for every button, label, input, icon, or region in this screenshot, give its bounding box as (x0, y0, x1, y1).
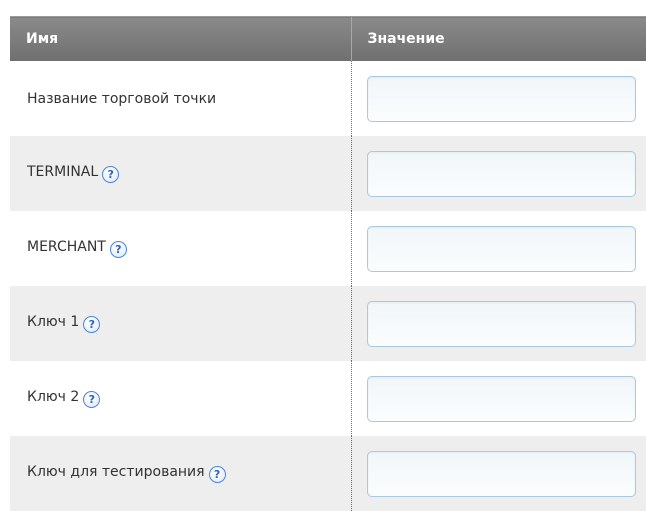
help-icon[interactable]: ? (208, 466, 226, 483)
store-name-input[interactable] (366, 75, 636, 122)
settings-table: Имя Значение Название торговой точки TER… (10, 16, 646, 511)
terminal-input[interactable] (366, 150, 636, 197)
row-name-cell: Ключ 2? (10, 361, 351, 436)
table-row: Название торговой точки (10, 61, 646, 136)
table-row: Ключ для тестирования? (10, 436, 646, 511)
row-label: Ключ для тестирования (27, 464, 205, 480)
key1-input[interactable] (366, 300, 636, 347)
table-row: TERMINAL? (10, 136, 646, 211)
table-row: Ключ 2? (10, 361, 646, 436)
table-row: Ключ 1? (10, 286, 646, 361)
table-header-row: Имя Значение (10, 16, 646, 61)
help-icon[interactable]: ? (109, 241, 127, 258)
row-value-cell (350, 436, 646, 511)
column-header-name: Имя (10, 16, 351, 61)
row-value-cell (350, 211, 646, 286)
row-label: MERCHANT (27, 239, 106, 255)
row-value-cell (350, 286, 646, 361)
column-header-value: Значение (350, 16, 646, 61)
merchant-input[interactable] (366, 225, 636, 272)
key2-input[interactable] (366, 375, 636, 422)
row-label: Ключ 2 (27, 389, 80, 405)
row-value-cell (350, 61, 646, 136)
row-name-cell: Ключ 1? (10, 286, 351, 361)
row-value-cell (350, 136, 646, 211)
test-key-input[interactable] (366, 450, 636, 497)
help-icon[interactable]: ? (102, 166, 120, 183)
row-name-cell: TERMINAL? (10, 136, 351, 211)
row-value-cell (350, 361, 646, 436)
row-name-cell: MERCHANT? (10, 211, 351, 286)
table-row: MERCHANT? (10, 211, 646, 286)
row-label: Ключ 1 (27, 314, 80, 330)
row-label: TERMINAL (27, 164, 99, 180)
row-name-cell: Название торговой точки (10, 61, 351, 136)
help-icon[interactable]: ? (83, 316, 101, 333)
row-name-cell: Ключ для тестирования? (10, 436, 351, 511)
row-label: Название торговой точки (27, 90, 217, 107)
help-icon[interactable]: ? (83, 391, 101, 408)
